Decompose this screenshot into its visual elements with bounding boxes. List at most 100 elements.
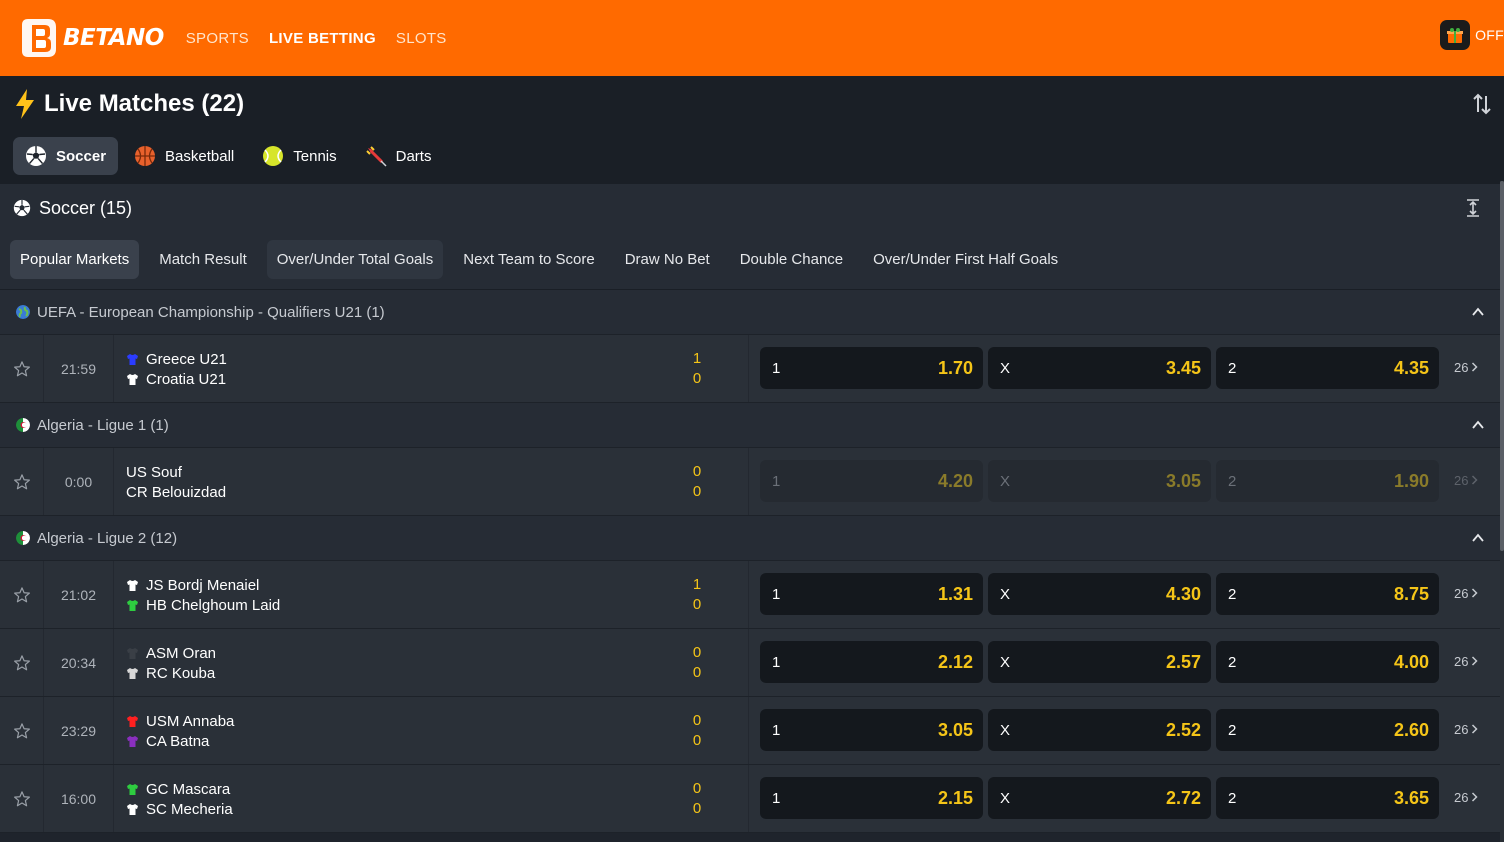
odd-button-draw[interactable]: X 4.30 — [988, 573, 1211, 615]
favorite-star-icon[interactable] — [0, 448, 44, 515]
tab-darts[interactable]: Darts — [353, 137, 444, 175]
away-score: 0 — [692, 370, 702, 387]
odd-button-away[interactable]: 2 3.65 — [1216, 777, 1439, 819]
favorite-star-icon[interactable] — [0, 561, 44, 628]
scrollbar[interactable] — [1500, 181, 1504, 842]
odd-button-away[interactable]: 2 1.90 — [1216, 460, 1439, 502]
chevron-up-icon[interactable] — [1471, 305, 1485, 319]
match-row[interactable]: 21:59 Greece U21 Croatia U21 1 0 1 1.70 X 3.45 2 4… — [0, 335, 1504, 403]
nav-slots[interactable]: SLOTS — [396, 30, 447, 47]
odd-button-away[interactable]: 2 4.00 — [1216, 641, 1439, 683]
more-markets-link[interactable]: 26 — [1454, 790, 1479, 805]
more-markets-link[interactable]: 26 — [1454, 360, 1479, 375]
market-tab-popular[interactable]: Popular Markets — [10, 240, 140, 279]
odd-button-home[interactable]: 1 2.15 — [760, 777, 983, 819]
match-row[interactable]: 20:34 ASM Oran RC Kouba 0 0 1 2.12 X 2.57 2 4.00 26 — [0, 629, 1504, 697]
odd-button-away[interactable]: 2 4.35 — [1216, 347, 1439, 389]
betano-logo[interactable]: BETANO — [18, 12, 164, 64]
more-markets-link[interactable]: 26 — [1454, 473, 1479, 488]
match-row[interactable]: 21:02 JS Bordj Menaiel HB Chelghoum Laid 1 0… — [0, 561, 1504, 629]
more-markets-link[interactable]: 26 — [1454, 654, 1479, 669]
tab-tennis[interactable]: Tennis — [250, 137, 348, 175]
market-tab-over-under[interactable]: Over/Under Total Goals — [266, 240, 444, 279]
odd-button-home[interactable]: 1 1.31 — [760, 573, 983, 615]
odd-button-draw[interactable]: X 3.45 — [988, 347, 1211, 389]
match-row[interactable]: 16:00 GC Mascara SC Mecheria 0 0 1 2.15 X 2.72 2 3… — [0, 765, 1504, 833]
away-score: 0 — [692, 732, 702, 749]
league-header[interactable]: Algeria - Ligue 2 (12) — [0, 516, 1504, 561]
nav-live-betting[interactable]: LIVE BETTING — [269, 30, 376, 47]
tab-soccer[interactable]: Soccer — [13, 137, 119, 175]
row-divider — [748, 765, 749, 832]
home-score: 0 — [692, 644, 702, 661]
odd-label: 2 — [1228, 359, 1237, 377]
match-teams[interactable]: ASM Oran RC Kouba — [126, 643, 216, 683]
away-team: Croatia U21 — [126, 369, 227, 389]
odd-button-draw[interactable]: X 2.72 — [988, 777, 1211, 819]
odd-label: 2 — [1228, 472, 1237, 490]
odd-button-home[interactable]: 1 4.20 — [760, 460, 983, 502]
market-tab-first-half[interactable]: Over/Under First Half Goals — [863, 240, 1068, 279]
main-nav: SPORTS LIVE BETTING SLOTS — [186, 30, 467, 47]
home-team-name: US Souf — [126, 463, 182, 481]
match-time: 23:29 — [44, 697, 114, 764]
odd-value: 2.12 — [937, 651, 973, 672]
match-row[interactable]: 23:29 USM Annaba CA Batna 0 0 1 3.05 X 2.52 2 2.60… — [0, 697, 1504, 765]
sort-arrows-icon[interactable] — [1472, 92, 1492, 116]
odd-label: 1 — [772, 789, 781, 807]
favorite-star-icon[interactable] — [0, 765, 44, 832]
collapse-all-icon[interactable] — [1466, 199, 1480, 217]
more-markets-count: 26 — [1454, 654, 1469, 669]
odd-button-home[interactable]: 1 2.12 — [760, 641, 983, 683]
match-teams[interactable]: US Souf CR Belouizdad — [126, 462, 226, 502]
match-teams[interactable]: JS Bordj Menaiel HB Chelghoum Laid — [126, 575, 280, 615]
favorite-star-icon[interactable] — [0, 629, 44, 696]
odd-button-home[interactable]: 1 1.70 — [760, 347, 983, 389]
match-teams[interactable]: GC Mascara SC Mecheria — [126, 779, 233, 819]
team-shirt-icon — [126, 373, 139, 386]
more-markets-link[interactable]: 26 — [1454, 722, 1479, 737]
market-tab-double-chance[interactable]: Double Chance — [730, 240, 853, 279]
home-score: 0 — [692, 463, 702, 480]
odd-button-draw[interactable]: X 3.05 — [988, 460, 1211, 502]
match-teams[interactable]: Greece U21 Croatia U21 — [126, 349, 227, 389]
market-tab-draw-no-bet[interactable]: Draw No Bet — [615, 240, 720, 279]
favorite-star-icon[interactable] — [0, 697, 44, 764]
home-team-name: GC Mascara — [146, 780, 231, 798]
odd-label: X — [1000, 585, 1011, 603]
tab-basketball[interactable]: Basketball — [122, 137, 246, 175]
market-tab-next-team[interactable]: Next Team to Score — [453, 240, 604, 279]
odd-label: X — [1000, 472, 1011, 490]
market-tab-match-result[interactable]: Match Result — [149, 240, 257, 279]
odd-label: 2 — [1228, 585, 1237, 603]
odd-label: 1 — [772, 721, 781, 739]
chevron-up-icon[interactable] — [1471, 418, 1485, 432]
odd-button-draw[interactable]: X 2.52 — [988, 709, 1211, 751]
tab-darts-label: Darts — [395, 147, 432, 165]
league-header[interactable]: Algeria - Ligue 1 (1) — [0, 403, 1504, 448]
row-divider — [748, 448, 749, 515]
offers-button[interactable]: OFF — [1440, 20, 1504, 50]
more-markets-count: 26 — [1454, 722, 1469, 737]
match-teams[interactable]: USM Annaba CA Batna — [126, 711, 234, 751]
scrollbar-thumb[interactable] — [1500, 181, 1504, 551]
more-markets-link[interactable]: 26 — [1454, 586, 1479, 601]
basketball-icon — [134, 145, 156, 167]
chevron-up-icon[interactable] — [1471, 531, 1485, 545]
odd-value: 2.52 — [1165, 719, 1201, 740]
odd-button-draw[interactable]: X 2.57 — [988, 641, 1211, 683]
odd-button-away[interactable]: 2 8.75 — [1216, 573, 1439, 615]
odds-group: 1 3.05 X 2.52 2 2.60 — [760, 709, 1444, 751]
favorite-star-icon[interactable] — [0, 335, 44, 402]
nav-sports[interactable]: SPORTS — [186, 30, 249, 47]
odd-label: 1 — [772, 585, 781, 603]
tab-tennis-label: Tennis — [293, 147, 337, 165]
away-team-name: RC Kouba — [146, 664, 216, 682]
odd-button-away[interactable]: 2 2.60 — [1216, 709, 1439, 751]
market-tabs: Popular Markets Match Result Over/Under … — [10, 240, 1078, 279]
chevron-right-icon — [1468, 473, 1479, 488]
league-header[interactable]: UEFA - European Championship - Qualifier… — [0, 290, 1504, 335]
away-team-name: CA Batna — [146, 732, 210, 750]
match-row[interactable]: 0:00 US Souf CR Belouizdad 0 0 1 4.20 X 3.05 2 1.9… — [0, 448, 1504, 516]
odd-button-home[interactable]: 1 3.05 — [760, 709, 983, 751]
